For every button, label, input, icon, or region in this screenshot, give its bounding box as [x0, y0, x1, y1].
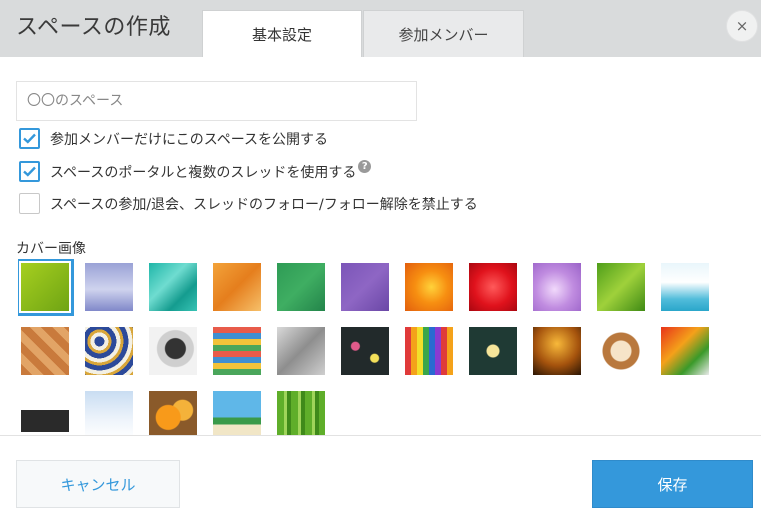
cover-thumbnail-vegetables[interactable]	[661, 327, 709, 375]
disable-join-follow-checkbox[interactable]	[19, 193, 40, 214]
save-button[interactable]: 保存	[592, 460, 753, 508]
disable-join-follow-label: スペースの参加/退会、スレッドのフォロー/フォロー解除を禁止する	[50, 196, 478, 213]
cover-thumbnail-palm-beach[interactable]	[213, 391, 261, 435]
dialog-title: スペースの作成	[16, 15, 171, 40]
dialog-header: スペースの作成 基本設定 参加メンバー ×	[0, 0, 761, 57]
option-members-only: 参加メンバーだけにこのスペースを公開する	[19, 128, 328, 149]
cancel-button[interactable]: キャンセル	[16, 460, 180, 508]
close-button[interactable]: ×	[726, 10, 758, 42]
cover-thumbnail-amber-glow[interactable]	[533, 327, 581, 375]
cover-thumbnail-latte-art[interactable]	[597, 327, 645, 375]
cover-thumbnail-lavender-gradient[interactable]	[85, 263, 133, 311]
members-only-checkbox[interactable]	[19, 128, 40, 149]
checkmark-icon	[23, 133, 36, 144]
cover-thumbnail-lightbulb-chalk[interactable]	[469, 327, 517, 375]
cover-thumbnail-lilac-flower[interactable]	[533, 263, 581, 311]
cover-thumbnail-chalk-doodles[interactable]	[341, 327, 389, 375]
close-icon: ×	[735, 17, 749, 35]
cover-thumbnail-white-cubes[interactable]	[661, 263, 709, 311]
cover-thumbnail-compass[interactable]	[149, 327, 197, 375]
option-portal-threads: スペースのポータルと複数のスレッドを使用する ?	[19, 160, 372, 182]
cover-image-grid	[18, 259, 718, 435]
checkmark-icon	[23, 166, 36, 177]
cover-thumbnail-snowy-trees[interactable]	[85, 391, 133, 435]
help-icon[interactable]: ?	[358, 160, 372, 173]
cover-thumbnail-orange-paper[interactable]	[213, 263, 261, 311]
space-name-input[interactable]	[16, 81, 417, 121]
cover-thumbnail-purple-texture[interactable]	[341, 263, 389, 311]
cover-thumbnail-mosaic-tiles[interactable]	[85, 327, 133, 375]
cover-thumbnail-bamboo[interactable]	[277, 391, 325, 435]
cover-thumbnail-orange-flower[interactable]	[405, 263, 453, 311]
cover-thumbnail-green-texture[interactable]	[277, 263, 325, 311]
cover-thumbnail-lime-green[interactable]	[18, 259, 74, 316]
create-space-dialog: スペースの作成 基本設定 参加メンバー × 参加メンバーだけにこのスペースを公開…	[0, 0, 761, 523]
cover-thumbnail-red-flower[interactable]	[469, 263, 517, 311]
portal-threads-label: スペースのポータルと複数のスレッドを使用する	[50, 164, 357, 181]
members-only-label: 参加メンバーだけにこのスペースを公開する	[50, 131, 329, 148]
cover-thumbnail-cat[interactable]	[21, 391, 69, 435]
portal-threads-checkbox[interactable]	[19, 161, 40, 182]
footer-divider	[0, 435, 761, 436]
cover-thumbnail-green-leaf[interactable]	[597, 263, 645, 311]
cover-thumbnail-office-supplies[interactable]	[277, 327, 325, 375]
cover-thumbnail-woven-wood[interactable]	[21, 327, 69, 375]
tab-members[interactable]: 参加メンバー	[363, 10, 524, 57]
cover-thumbnail-orange-basket[interactable]	[149, 391, 197, 435]
tab-basic-settings[interactable]: 基本設定	[202, 10, 362, 57]
option-disable-join-follow: スペースの参加/退会、スレッドのフォロー/フォロー解除を禁止する	[19, 193, 478, 214]
cover-thumbnail-book-stack[interactable]	[213, 327, 261, 375]
cover-thumbnail-teal-water[interactable]	[149, 263, 197, 311]
cover-thumbnail-color-pencils[interactable]	[405, 327, 453, 375]
cover-image-label: カバー画像	[16, 241, 86, 257]
